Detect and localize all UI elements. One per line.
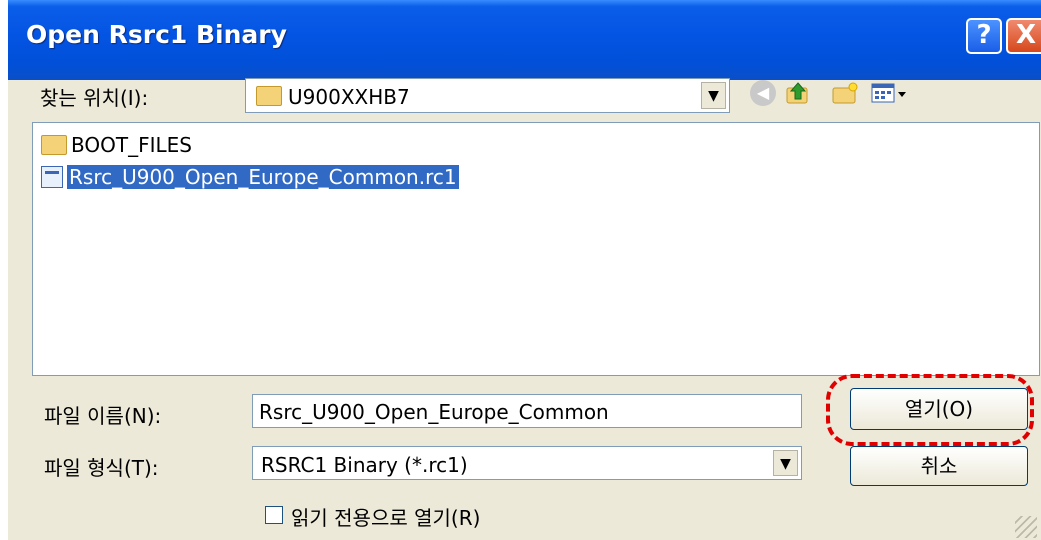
file-name-label: Rsrc_U900_Open_Europe_Common.rc1 bbox=[66, 164, 460, 190]
chevron-down-icon[interactable]: ▼ bbox=[701, 82, 726, 109]
dialog-title: Open Rsrc1 Binary bbox=[26, 20, 287, 49]
up-folder-icon[interactable] bbox=[784, 80, 812, 106]
file-name-field-label: 파일 이름(N): bbox=[44, 404, 162, 428]
close-button[interactable]: X bbox=[1006, 18, 1041, 54]
list-item-folder[interactable]: BOOT_FILES bbox=[41, 131, 194, 159]
open-file-dialog: Open Rsrc1 Binary ? X 찾는 위치(I): U900XXHB… bbox=[8, 0, 1041, 540]
back-arrow-icon[interactable]: ◀ bbox=[750, 80, 776, 106]
views-menu-icon[interactable] bbox=[870, 80, 910, 106]
readonly-checkbox-label[interactable]: 읽기 전용으로 열기(R) bbox=[291, 502, 480, 531]
title-bar[interactable]: Open Rsrc1 Binary ? X bbox=[8, 0, 1041, 80]
help-button[interactable]: ? bbox=[966, 18, 1002, 54]
file-name-input[interactable]: Rsrc_U900_Open_Europe_Common bbox=[252, 394, 802, 428]
folder-icon bbox=[41, 135, 67, 155]
file-type-label: 파일 형식(T): bbox=[44, 456, 159, 480]
cancel-button[interactable]: 취소 bbox=[850, 446, 1028, 486]
look-in-combo[interactable]: U900XXHB7 ▼ bbox=[245, 78, 730, 113]
readonly-checkbox[interactable] bbox=[265, 506, 283, 524]
folder-icon bbox=[256, 86, 282, 106]
file-name-label: BOOT_FILES bbox=[71, 133, 192, 157]
file-type-value: RSRC1 Binary (*.rc1) bbox=[261, 453, 468, 477]
chevron-down-icon[interactable]: ▼ bbox=[773, 450, 798, 476]
file-type-combo[interactable]: RSRC1 Binary (*.rc1) ▼ bbox=[252, 446, 802, 480]
binary-file-icon bbox=[41, 166, 63, 188]
look-in-label: 찾는 위치(I): bbox=[40, 86, 149, 110]
list-item-file[interactable]: Rsrc_U900_Open_Europe_Common.rc1 bbox=[41, 163, 460, 191]
look-in-value: U900XXHB7 bbox=[288, 85, 410, 109]
highlight-annotation bbox=[826, 374, 1034, 446]
file-list[interactable]: BOOT_FILES Rsrc_U900_Open_Europe_Common.… bbox=[32, 122, 1040, 376]
new-folder-icon[interactable] bbox=[830, 80, 860, 106]
resize-grip[interactable] bbox=[1015, 516, 1037, 538]
